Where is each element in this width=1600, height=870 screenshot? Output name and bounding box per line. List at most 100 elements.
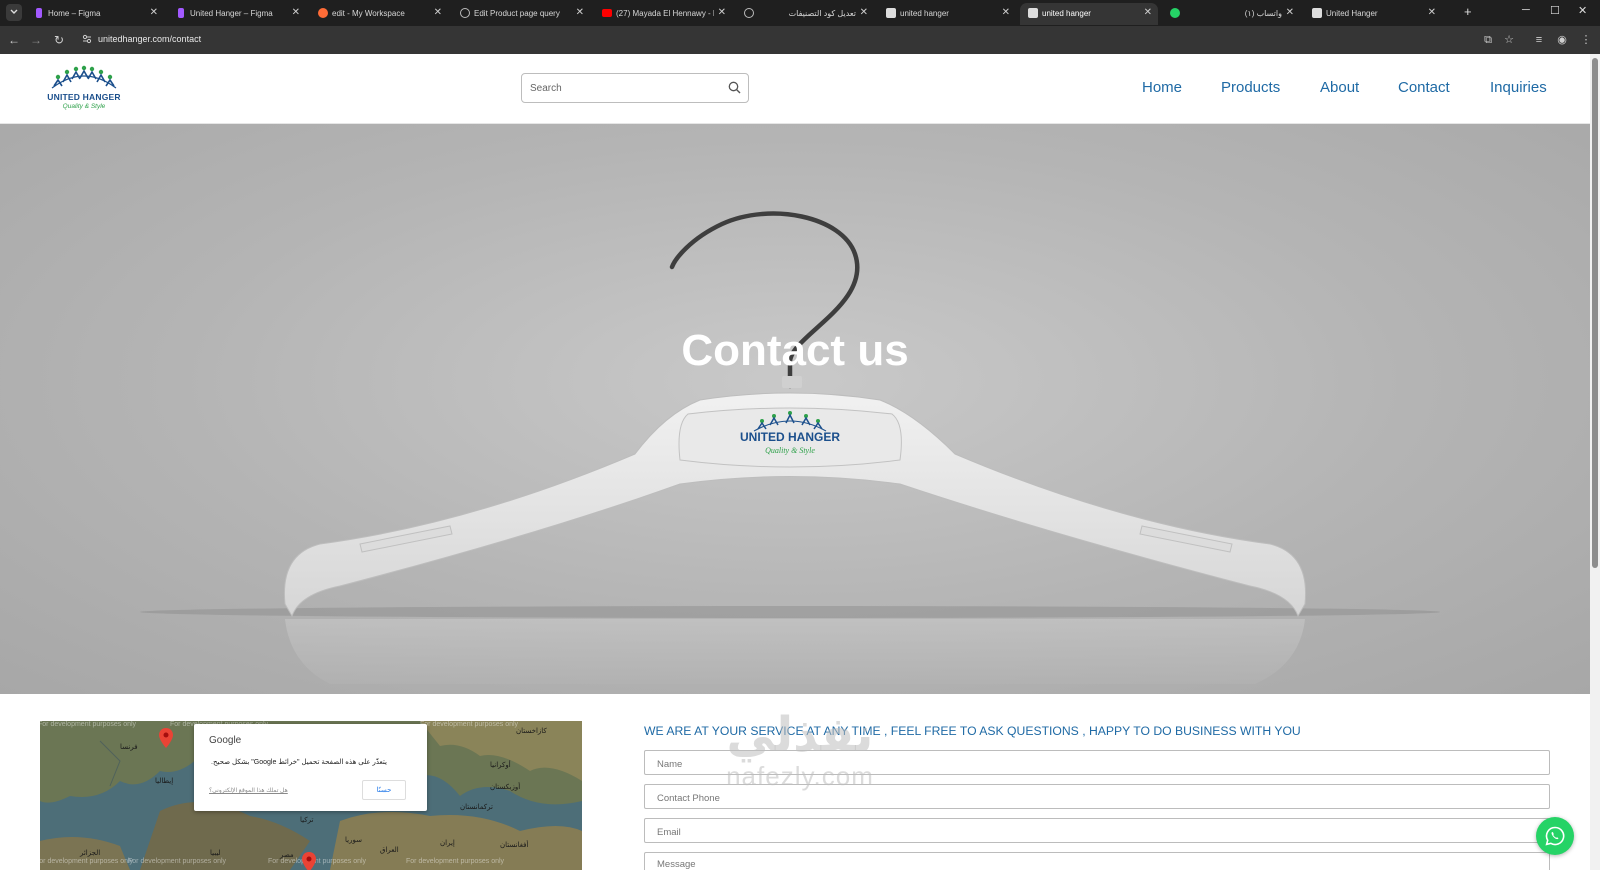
whatsapp-chat-button[interactable] xyxy=(1536,817,1574,855)
close-icon[interactable]: ✕ xyxy=(860,7,868,18)
nav-products[interactable]: Products xyxy=(1221,79,1280,96)
map-label: الجزائر xyxy=(80,850,101,857)
dialog-message: يتعذّر على هذه الصفحة تحميل "خرائط Googl… xyxy=(211,759,387,766)
tab-title: (١) واتساب xyxy=(1244,9,1282,18)
close-icon[interactable]: ✕ xyxy=(1144,7,1152,18)
menu-kebab-icon[interactable]: ⋮ xyxy=(1578,32,1594,48)
map-label: أوزبكستان xyxy=(490,784,521,791)
browser-tab[interactable]: edit - My Workspace ✕ xyxy=(310,3,448,25)
dialog-title: Google xyxy=(209,735,242,746)
browser-tab[interactable]: Home – Figma ✕ xyxy=(26,3,164,25)
bookmark-star-icon[interactable]: ☆ xyxy=(1501,32,1517,48)
webpage: UNITED HANGER Quality & Style Home Produ… xyxy=(0,54,1590,870)
figma-icon xyxy=(178,8,184,18)
dialog-owner-link[interactable]: هل تملك هذا الموقع الإلكتروني؟ xyxy=(209,787,288,794)
close-icon[interactable]: ✕ xyxy=(576,7,584,18)
search-input[interactable] xyxy=(530,80,720,96)
install-app-icon[interactable]: ⧉ xyxy=(1480,32,1496,48)
media-icon[interactable]: ≡ xyxy=(1531,32,1547,48)
forward-icon[interactable]: → xyxy=(28,32,44,48)
search-icon[interactable] xyxy=(728,81,741,94)
maximize-icon[interactable]: ☐ xyxy=(1550,4,1560,17)
map-label: تركيا xyxy=(300,817,314,824)
hanger-logo-name: UNITED HANGER xyxy=(740,430,840,444)
logo-tagline: Quality & Style xyxy=(62,103,106,110)
browser-tab[interactable]: (١) واتساب ✕ xyxy=(1162,3,1300,25)
nav-inquiries[interactable]: Inquiries xyxy=(1490,79,1547,96)
site-logo[interactable]: UNITED HANGER Quality & Style xyxy=(44,62,124,116)
address-bar[interactable]: unitedhanger.com/contact xyxy=(98,34,201,44)
phone-input[interactable] xyxy=(657,791,1527,805)
browser-tab[interactable]: Edit Product page query ✕ xyxy=(452,3,590,25)
map-pin-icon[interactable] xyxy=(159,728,173,748)
map-watermark: For development purposes only xyxy=(40,721,137,728)
hanger-logo-tagline: Quality & Style xyxy=(765,446,815,455)
nav-contact[interactable]: Contact xyxy=(1398,79,1450,96)
map-label: أوكرانيا xyxy=(490,762,511,769)
minimize-icon[interactable]: ─ xyxy=(1522,4,1530,16)
map-error-dialog: Google يتعذّر على هذه الصفحة تحميل "خرائ… xyxy=(194,724,427,811)
email-field xyxy=(644,818,1550,843)
site-header: UNITED HANGER Quality & Style Home Produ… xyxy=(0,54,1590,124)
new-tab-button[interactable]: + xyxy=(1464,4,1472,19)
nav-about[interactable]: About xyxy=(1320,79,1359,96)
browser-tab[interactable]: (27) Mayada El Hennawy - Ehi ✕ xyxy=(594,3,732,25)
openai-icon xyxy=(460,8,470,18)
close-window-icon[interactable]: ✕ xyxy=(1578,4,1587,17)
browser-tab[interactable]: united hanger ✕ xyxy=(878,3,1016,25)
map-watermark: For development purposes only xyxy=(406,858,505,865)
search-box xyxy=(521,73,749,103)
youtube-icon xyxy=(602,9,612,17)
map-watermark: For development purposes only xyxy=(40,858,134,865)
hanger-illustration: UNITED HANGER Quality & Style xyxy=(140,211,1440,684)
map-label: سوريا xyxy=(345,837,362,844)
browser-tab-active[interactable]: united hanger ✕ xyxy=(1020,3,1158,25)
close-icon[interactable]: ✕ xyxy=(292,7,300,18)
name-field xyxy=(644,750,1550,775)
message-input[interactable] xyxy=(657,859,1527,870)
map-pin-icon[interactable] xyxy=(302,852,316,870)
google-map[interactable]: For development purposes only For develo… xyxy=(40,721,582,870)
figma-icon xyxy=(36,8,42,18)
name-input[interactable] xyxy=(657,757,1527,771)
browser-tab[interactable]: United Hanger ✕ xyxy=(1304,3,1442,25)
scrollbar-thumb[interactable] xyxy=(1592,58,1598,568)
tab-title: تعديل كود التصنيفات xyxy=(788,9,856,18)
map-label: إيران xyxy=(440,840,455,847)
map-label: فرنسا xyxy=(120,744,138,751)
close-icon[interactable]: ✕ xyxy=(1002,7,1010,18)
service-tagline: WE ARE AT YOUR SERVICE AT ANY TIME , FEE… xyxy=(644,724,1301,738)
back-icon[interactable]: ← xyxy=(6,32,22,48)
message-field xyxy=(644,852,1550,870)
page-scrollbar[interactable] xyxy=(1590,54,1600,870)
map-label: أفغانستان xyxy=(500,842,529,849)
hero-banner: UNITED HANGER Quality & Style Contact us xyxy=(0,124,1590,694)
email-input[interactable] xyxy=(657,825,1527,839)
browser-tab-bar: Home – Figma ✕ United Hanger – Figma ✕ e… xyxy=(0,0,1600,26)
map-watermark: For development purposes only xyxy=(420,721,519,728)
close-icon[interactable]: ✕ xyxy=(1286,7,1294,18)
close-icon[interactable]: ✕ xyxy=(434,7,442,18)
close-icon[interactable]: ✕ xyxy=(718,7,726,18)
tab-title: Home – Figma xyxy=(48,9,101,18)
map-label: كازاخستان xyxy=(516,728,547,735)
close-icon[interactable]: ✕ xyxy=(150,7,158,18)
tab-title: (27) Mayada El Hennawy - Ehi xyxy=(616,9,714,18)
dialog-ok-button[interactable]: حسنًا xyxy=(362,780,406,800)
tab-search-button[interactable] xyxy=(6,4,22,21)
browser-tab[interactable]: United Hanger – Figma ✕ xyxy=(168,3,306,25)
site-info-icon[interactable] xyxy=(82,34,92,44)
map-label: مصر xyxy=(280,852,294,859)
nav-home[interactable]: Home xyxy=(1142,79,1182,96)
tab-title: United Hanger – Figma xyxy=(190,9,273,18)
openai-icon xyxy=(744,8,754,18)
contact-section: For development purposes only For develo… xyxy=(0,694,1590,870)
browser-tab[interactable]: تعديل كود التصنيفات ✕ xyxy=(736,3,874,25)
reload-icon[interactable]: ↻ xyxy=(51,32,67,48)
tab-title: United Hanger xyxy=(1326,9,1378,18)
profile-avatar-icon[interactable]: ◉ xyxy=(1554,32,1570,48)
logo-name: UNITED HANGER xyxy=(47,92,121,102)
logo-figures-icon xyxy=(51,65,117,89)
close-icon[interactable]: ✕ xyxy=(1428,7,1436,18)
map-label: إيطاليا xyxy=(155,778,174,785)
